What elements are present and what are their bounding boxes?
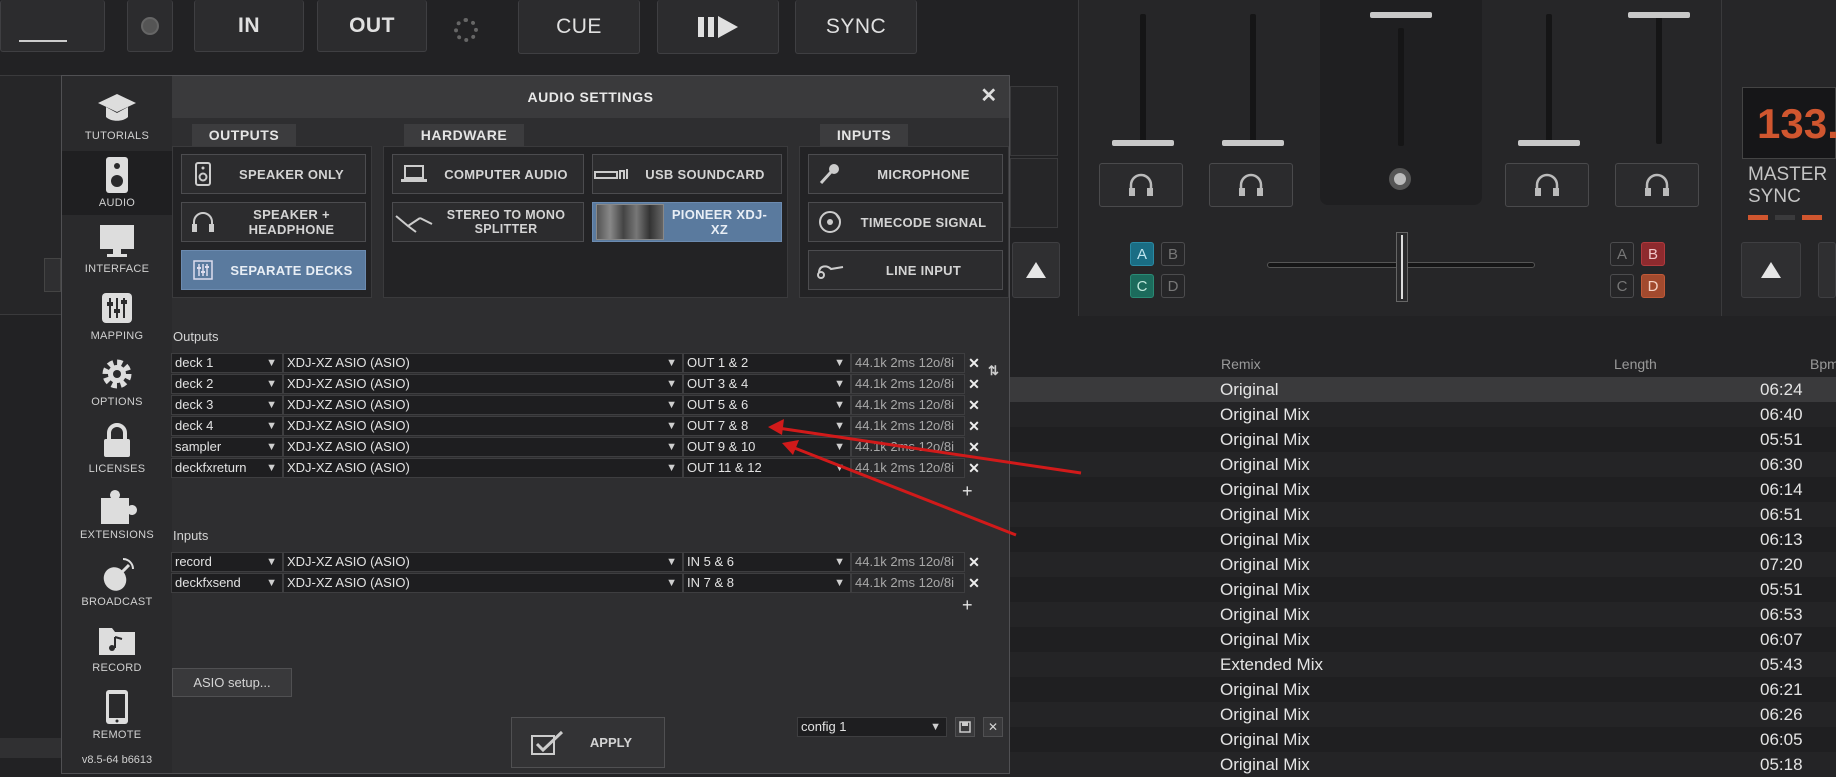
red-arrow-1: [777, 426, 1082, 475]
red-arrow-2: [791, 445, 1017, 537]
red-arrow-head-1: [768, 419, 784, 435]
annotation-arrows: [768, 419, 1082, 537]
